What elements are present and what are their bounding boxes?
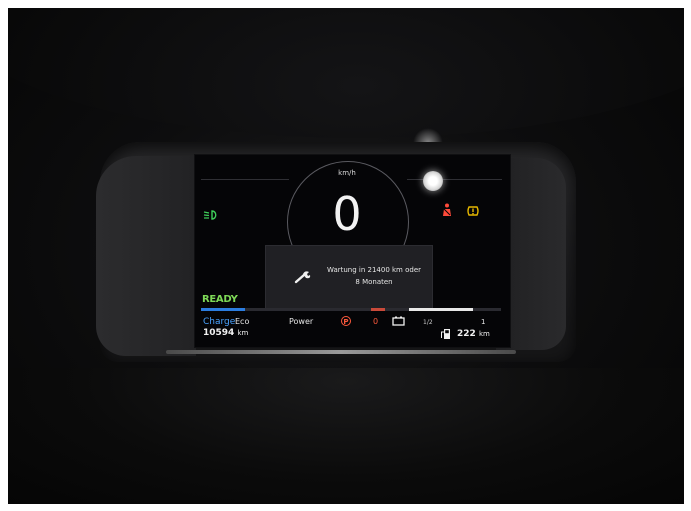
seatbelt-warning-icon	[443, 203, 451, 216]
dashboard-hood	[8, 8, 684, 138]
range-value: 222	[457, 329, 476, 339]
wrench-icon	[294, 271, 311, 284]
odometer-value: 10594	[203, 328, 235, 338]
warning-lamp-icon	[423, 171, 443, 191]
speed-unit: km/h	[338, 169, 356, 177]
service-message-line2: 8 Monaten	[355, 278, 393, 286]
parking-brake-icon: P	[341, 316, 351, 326]
speed-value: 0	[332, 187, 362, 241]
range-display: 222 km	[457, 329, 490, 339]
battery-icon	[392, 316, 405, 326]
odometer: 10594 km	[203, 328, 248, 338]
low-beam-icon	[203, 210, 217, 220]
service-message-line1: Wartung in 21400 km oder	[326, 266, 422, 274]
power-bar-charge-segment	[201, 308, 245, 311]
bezel-left-wing	[96, 156, 196, 356]
lower-dashboard	[8, 368, 684, 504]
top-divider-left	[201, 179, 289, 180]
chrome-trim	[166, 350, 516, 354]
range-unit: km	[478, 330, 490, 338]
eco-label: Eco	[235, 317, 250, 326]
service-reminder-popup: Wartung in 21400 km oder 8 Monaten	[265, 245, 433, 309]
battery-level-bar	[409, 308, 473, 311]
battery-half-mark: 1/2	[423, 319, 433, 326]
instrument-cluster-screen: km/h 0 Wartung in 21400 km oder 8 Monate…	[194, 154, 511, 348]
dashboard-photo: km/h 0 Wartung in 21400 km oder 8 Monate…	[8, 8, 684, 504]
battery-full-mark: 1	[481, 318, 486, 326]
regen-value: 0	[373, 317, 379, 326]
odometer-unit: km	[237, 329, 249, 337]
top-divider-right	[407, 179, 502, 180]
fuel-range-icon	[441, 329, 450, 339]
power-bar-red-segment	[371, 308, 385, 311]
charge-label: Charge	[203, 317, 236, 327]
power-label: Power	[289, 317, 314, 326]
ready-status: READY	[202, 294, 238, 305]
tire-pressure-icon	[467, 206, 479, 216]
